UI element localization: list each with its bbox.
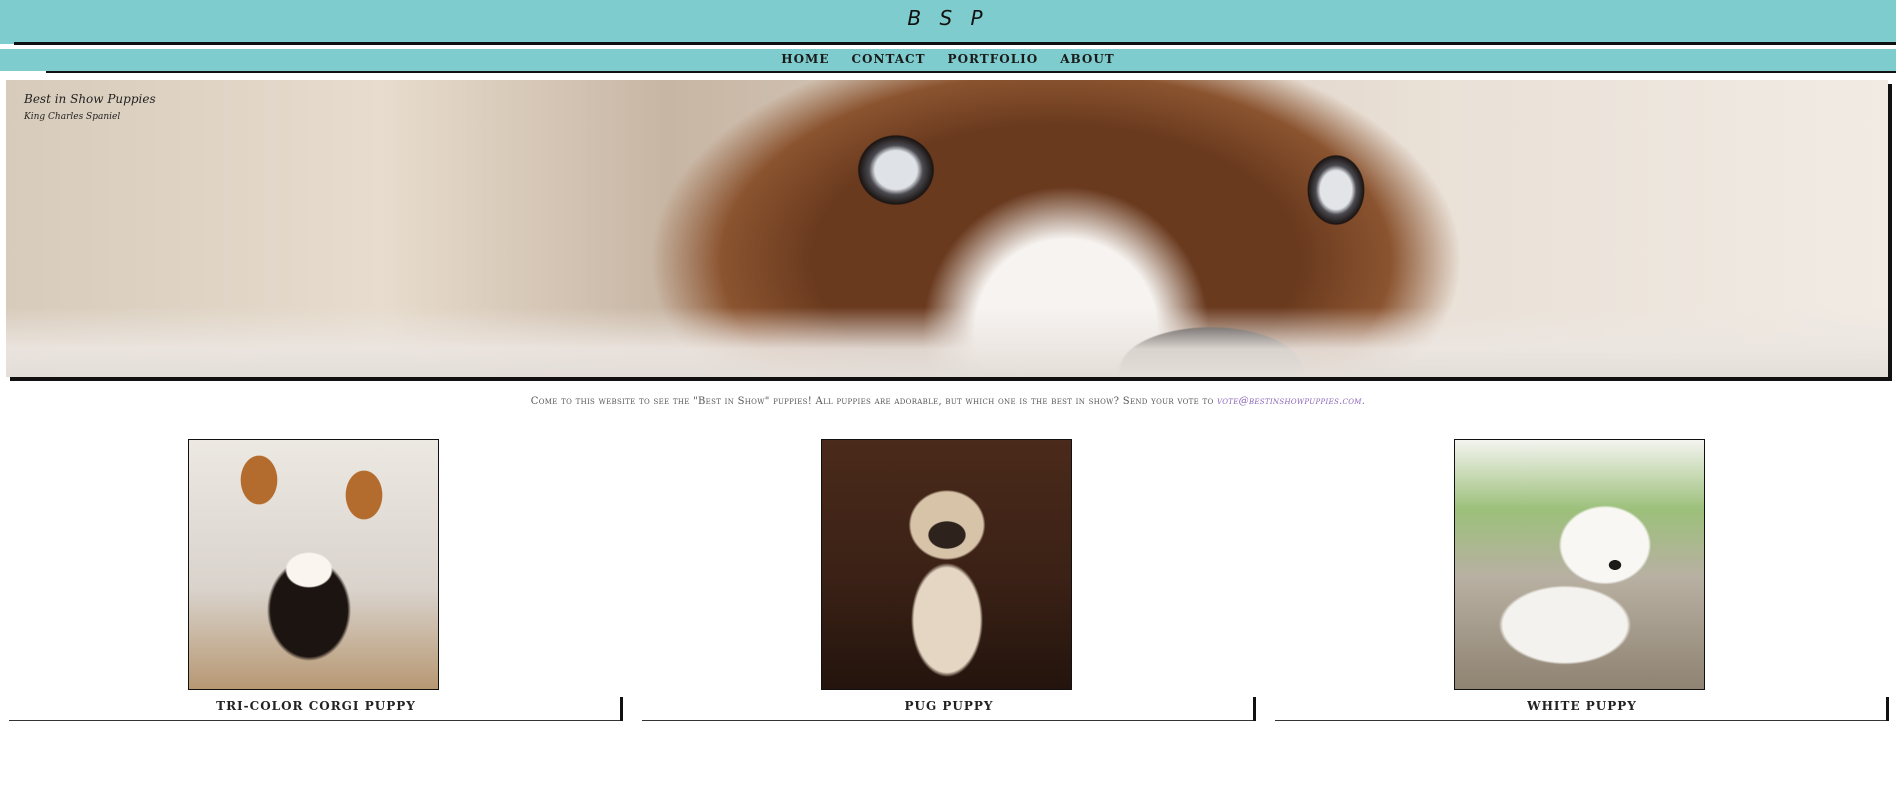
- nav-item-about[interactable]: ABOUT: [1060, 52, 1115, 66]
- nav-item-contact[interactable]: CONTACT: [852, 52, 926, 66]
- header-divider: [14, 42, 1896, 45]
- nav-item-portfolio[interactable]: PORTFOLIO: [948, 52, 1039, 66]
- card-underline: [1275, 720, 1889, 721]
- pug-puppy-image[interactable]: [821, 439, 1072, 690]
- nav-divider: [46, 71, 1896, 73]
- hero-subtitle: King Charles Spaniel: [24, 112, 121, 122]
- gallery-card-corgi: TRI-COLOR CORGI PUPPY: [9, 439, 623, 723]
- hero-banner: Best in Show Puppies King Charles Spanie…: [6, 80, 1888, 377]
- intro-text: Come to this website to see the "Best in…: [0, 396, 1896, 407]
- card-end-marker: [620, 697, 623, 721]
- card-end-marker: [1886, 697, 1889, 721]
- nav-item-home[interactable]: HOME: [781, 52, 829, 66]
- gallery-card-label: PUG PUPPY: [904, 699, 994, 713]
- gallery-card-white: WHITE PUPPY: [1275, 439, 1889, 723]
- intro-message: Come to this website to see the "Best in…: [530, 396, 1217, 407]
- vote-email-link[interactable]: vote@bestinshowpuppies.com.: [1217, 396, 1365, 407]
- card-underline: [642, 720, 1256, 721]
- site-logo[interactable]: B S P: [0, 6, 1896, 30]
- card-end-marker: [1253, 697, 1256, 721]
- gallery-card-pug: PUG PUPPY: [642, 439, 1256, 723]
- gallery-card-label: TRI-COLOR CORGI PUPPY: [216, 699, 416, 713]
- hero-title: Best in Show Puppies: [24, 92, 156, 106]
- corgi-puppy-image[interactable]: [188, 439, 439, 690]
- hero-blanket: [6, 307, 1888, 377]
- main-nav: HOME CONTACT PORTFOLIO ABOUT: [0, 49, 1896, 73]
- site-header: B S P: [0, 0, 1896, 45]
- white-puppy-image[interactable]: [1454, 439, 1705, 690]
- nav-list: HOME CONTACT PORTFOLIO ABOUT: [0, 52, 1896, 66]
- gallery-card-label: WHITE PUPPY: [1527, 699, 1637, 713]
- card-underline: [9, 720, 623, 721]
